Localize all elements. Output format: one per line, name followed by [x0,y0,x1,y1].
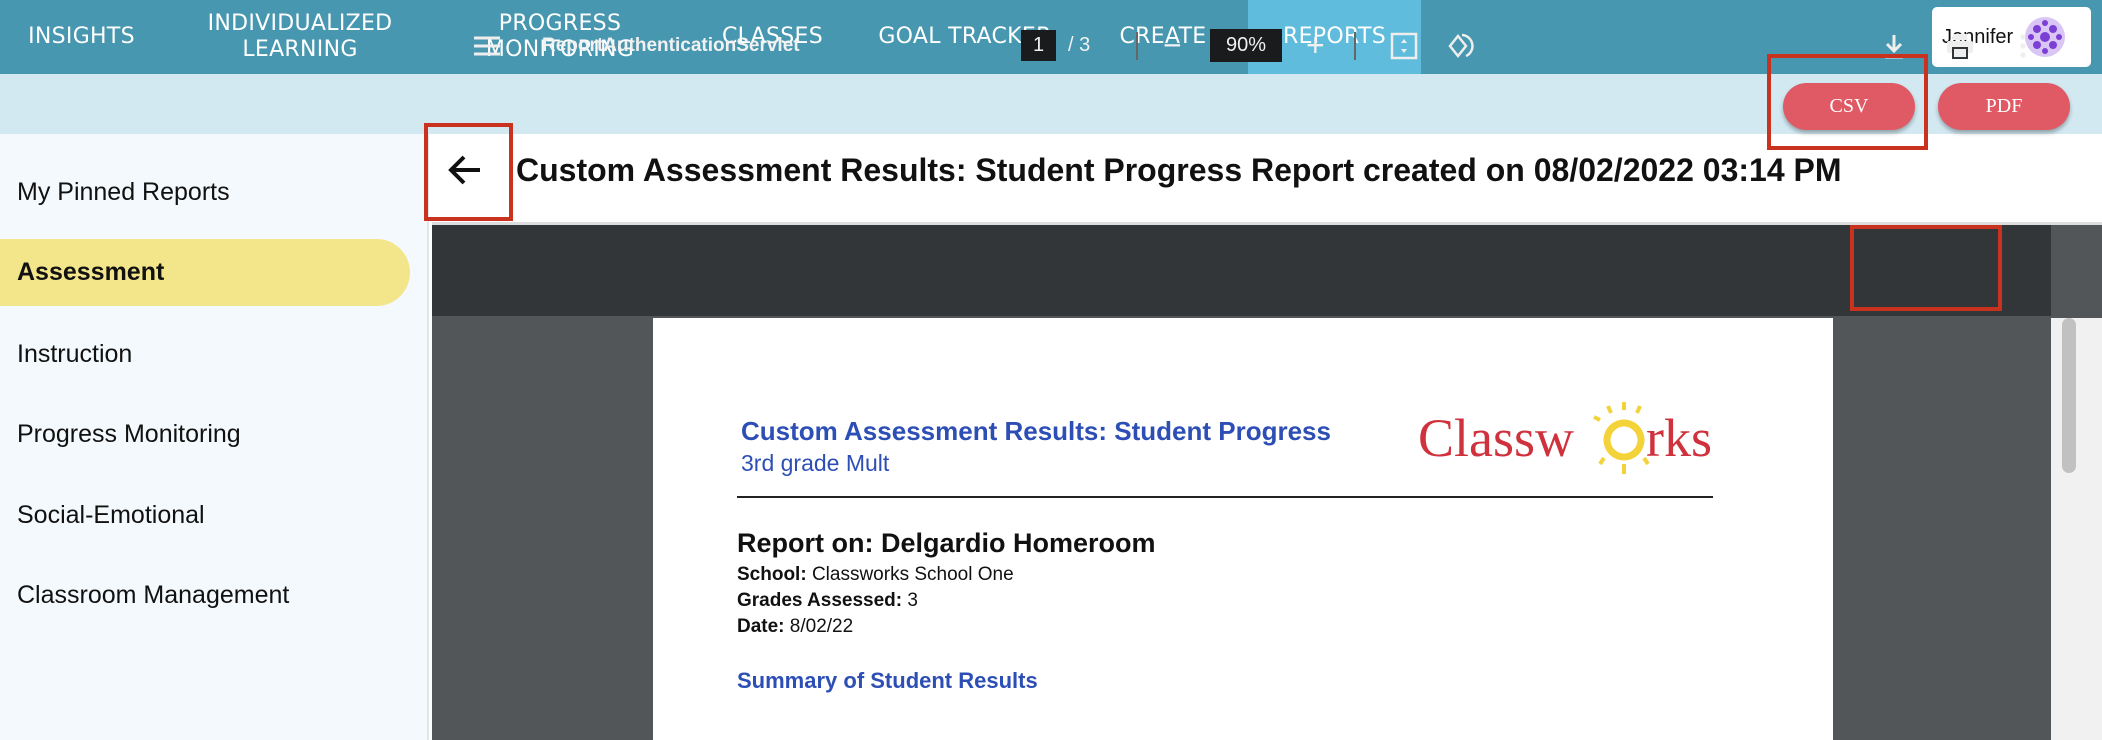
date-line: Date: 8/02/22 [737,616,853,638]
report-title: Custom Assessment Results: Student Progr… [741,416,1331,446]
fit-page-icon[interactable] [1390,0,1418,91]
classworks-logo: Classw rks [1418,398,1718,478]
sidebar-item-classroom-management[interactable]: Classroom Management [17,581,289,610]
school-value: Classworks School One [811,564,1014,585]
report-on-label: Report on: [737,528,874,558]
sidebar-item-social-emotional[interactable]: Social-Emotional [17,501,205,530]
nav-insights[interactable]: INSIGHTS [0,0,163,74]
page-title: Custom Assessment Results: Student Progr… [516,152,1842,188]
zoom-in-icon[interactable]: + [1306,0,1325,91]
avatar [2025,17,2066,57]
grades-line: Grades Assessed: 3 [737,590,918,612]
sidebar-item-assessment[interactable]: Assessment [17,258,164,287]
zoom-out-icon[interactable]: − [1163,0,1182,91]
zoom-level[interactable]: 90% [1210,29,1283,62]
rotate-icon[interactable] [1446,0,1476,91]
print-icon[interactable] [1945,0,1975,91]
svg-text:Classw: Classw [1418,408,1574,468]
school-label: School: [737,564,807,585]
document-name: ReportAuthenticationServlet [542,34,800,56]
sidebar-item-instruction[interactable]: Instruction [17,340,132,369]
report-subtitle: 3rd grade Mult [741,450,890,476]
grades-label: Grades Assessed: [737,590,903,611]
date-value: 8/02/22 [789,616,854,637]
annotation-box-back [424,123,513,221]
school-line: School: Classworks School One [737,564,1014,586]
scrollbar-thumb[interactable] [2062,318,2076,473]
sidebar-item-pinned-reports[interactable]: My Pinned Reports [17,178,230,207]
divider-line [737,496,1713,498]
date-label: Date: [737,616,785,637]
summary-heading: Summary of Student Results [737,668,1038,693]
page-number-input[interactable]: 1 [1021,30,1057,61]
sidebar-item-progress-monitoring[interactable]: Progress Monitoring [17,420,241,449]
report-on: Report on: Delgardio Homeroom [737,528,1156,559]
annotation-box-download-print [1850,225,2002,311]
report-on-value: Delgardio Homeroom [881,528,1156,558]
scrollbar[interactable] [2051,318,2102,740]
more-options-icon[interactable] [2019,0,2027,91]
divider [1354,31,1356,60]
annotation-box-csv [1767,54,1928,150]
nav-individualized-learning[interactable]: INDIVIDUALIZED LEARNING [180,0,420,74]
pdf-toolbar [432,225,2051,316]
menu-icon[interactable] [473,0,501,91]
divider [1136,31,1138,60]
svg-text:rks: rks [1646,408,1712,468]
grades-value: 3 [907,590,918,611]
page-total: / 3 [1068,34,1091,56]
